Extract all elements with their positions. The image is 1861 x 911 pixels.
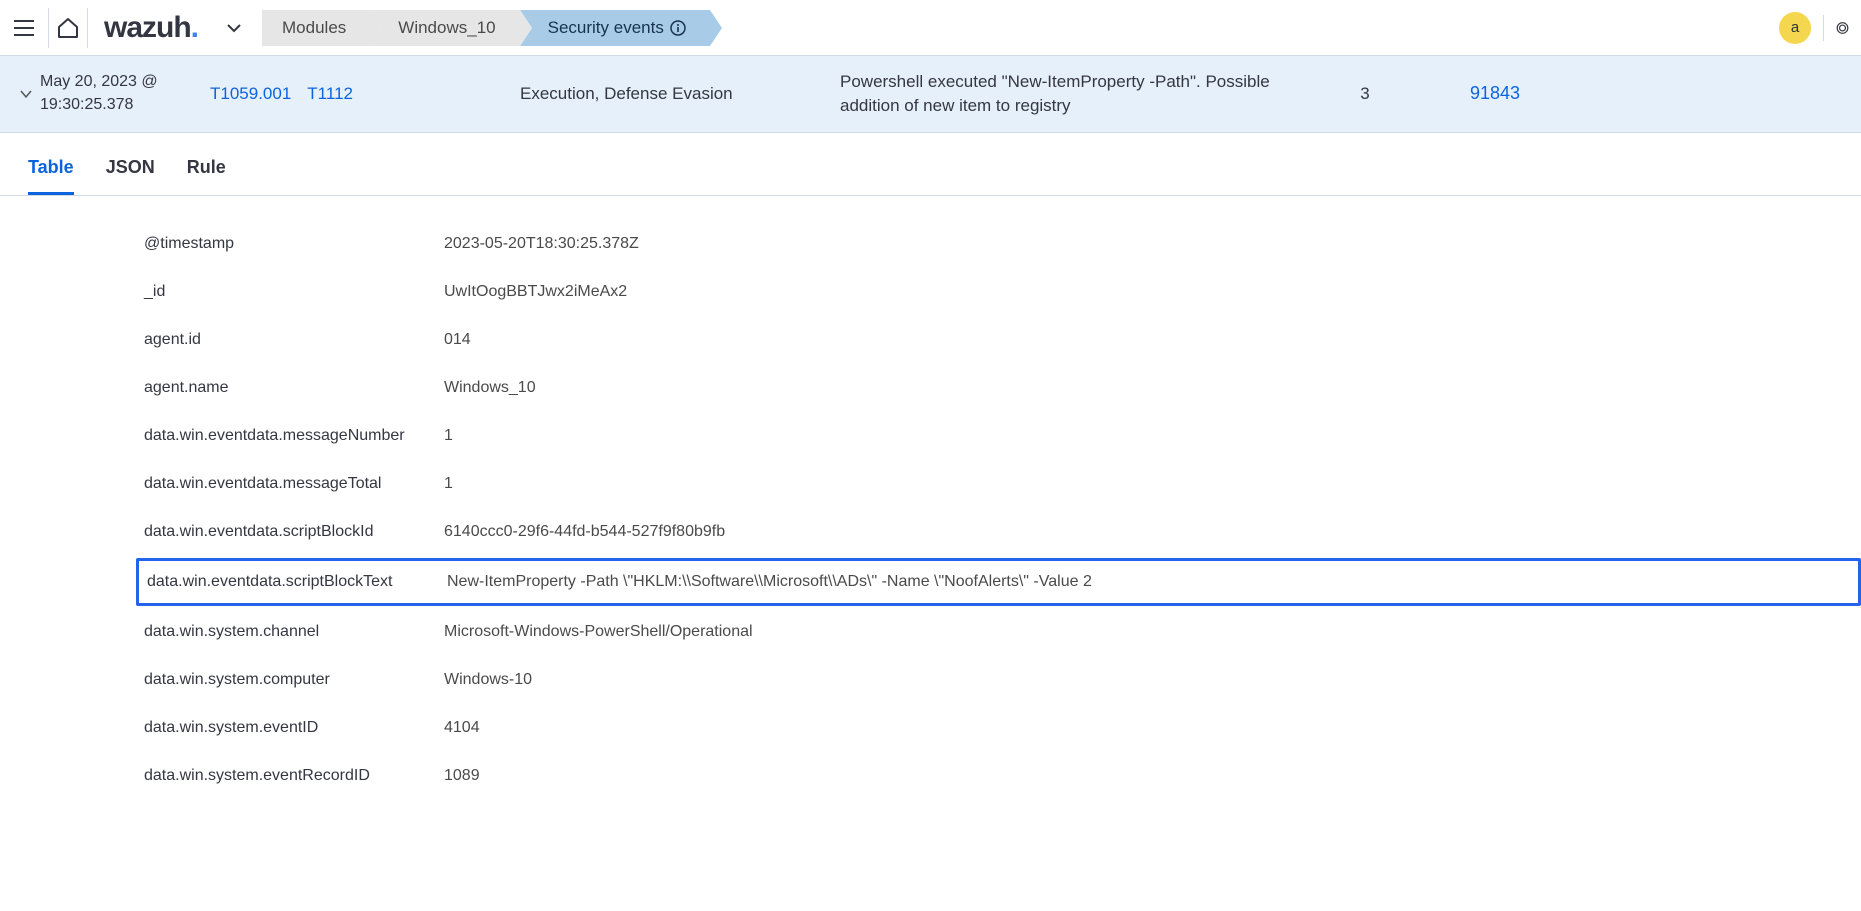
top-header: wazuh. ModulesWindows_10Security events … xyxy=(0,0,1861,56)
home-icon xyxy=(56,16,80,40)
field-value: 2023-05-20T18:30:25.378Z xyxy=(444,235,1853,253)
logo-text: wazuh xyxy=(104,11,191,45)
field-value: Windows_10 xyxy=(444,379,1853,397)
nav-dropdown[interactable] xyxy=(214,18,254,38)
field-value: Windows-10 xyxy=(444,671,1853,689)
breadcrumb-item-1[interactable]: Windows_10 xyxy=(370,10,519,46)
technique-link-1[interactable]: T1112 xyxy=(307,84,353,104)
summary-techniques: T1059.001 T1112 xyxy=(210,84,520,104)
field-key: @timestamp xyxy=(144,235,444,253)
summary-tactic: Execution, Defense Evasion xyxy=(520,84,840,104)
technique-link-0[interactable]: T1059.001 xyxy=(210,84,291,104)
info-icon xyxy=(670,20,686,36)
field-key: data.win.eventdata.scriptBlockText xyxy=(147,573,447,591)
event-summary-row: May 20, 2023 @ 19:30:25.378 T1059.001 T1… xyxy=(0,56,1861,133)
field-value: UwItOogBBTJwx2iMeAx2 xyxy=(444,283,1853,301)
field-value: 1 xyxy=(444,475,1853,493)
field-key: agent.id xyxy=(144,331,444,349)
field-row: data.win.eventdata.messageNumber1 xyxy=(136,412,1861,460)
tab-rule[interactable]: Rule xyxy=(187,149,226,195)
summary-description: Powershell executed "New-ItemProperty -P… xyxy=(840,70,1310,118)
field-row: data.win.system.eventID4104 xyxy=(136,704,1861,752)
field-row: _idUwItOogBBTJwx2iMeAx2 xyxy=(136,268,1861,316)
summary-rule-id: 91843 xyxy=(1420,83,1520,104)
chevron-down-icon xyxy=(19,87,33,101)
chevron-down-icon xyxy=(224,18,244,38)
field-row: agent.id014 xyxy=(136,316,1861,364)
summary-level: 3 xyxy=(1310,84,1420,104)
rule-id-link[interactable]: 91843 xyxy=(1470,83,1520,103)
wazuh-logo[interactable]: wazuh. xyxy=(88,11,214,45)
fields-table: @timestamp2023-05-20T18:30:25.378Z_idUwI… xyxy=(0,196,1861,824)
tab-json[interactable]: JSON xyxy=(106,149,155,195)
field-value: 014 xyxy=(444,331,1853,349)
field-key: data.win.system.computer xyxy=(144,671,444,689)
field-row: data.win.system.channelMicrosoft-Windows… xyxy=(136,608,1861,656)
field-row: @timestamp2023-05-20T18:30:25.378Z xyxy=(136,220,1861,268)
breadcrumb-item-2[interactable]: Security events xyxy=(520,10,710,46)
summary-timestamp: May 20, 2023 @ 19:30:25.378 xyxy=(40,71,210,116)
field-row: data.win.system.computerWindows-10 xyxy=(136,656,1861,704)
field-value: 4104 xyxy=(444,719,1853,737)
avatar-letter: a xyxy=(1791,19,1799,36)
field-value: 1089 xyxy=(444,767,1853,785)
field-row: data.win.eventdata.scriptBlockTextNew-It… xyxy=(136,558,1861,606)
field-key: _id xyxy=(144,283,444,301)
avatar[interactable]: a xyxy=(1779,12,1811,44)
expand-toggle[interactable] xyxy=(12,87,40,101)
field-key: data.win.system.channel xyxy=(144,623,444,641)
field-row: data.win.eventdata.scriptBlockId6140ccc0… xyxy=(136,508,1861,556)
field-value: 1 xyxy=(444,427,1853,445)
field-key: data.win.system.eventRecordID xyxy=(144,767,444,785)
home-button[interactable] xyxy=(48,8,88,48)
field-key: data.win.eventdata.messageNumber xyxy=(144,427,444,445)
field-key: data.win.system.eventID xyxy=(144,719,444,737)
field-value: 6140ccc0-29f6-44fd-b544-527f9f80b9fb xyxy=(444,523,1853,541)
detail-tabs: Table JSON Rule xyxy=(0,133,1861,196)
field-key: data.win.eventdata.messageTotal xyxy=(144,475,444,493)
breadcrumb-item-0[interactable]: Modules xyxy=(262,10,370,46)
hamburger-menu-icon[interactable] xyxy=(8,12,40,44)
breadcrumb: ModulesWindows_10Security events xyxy=(262,10,710,46)
tab-table[interactable]: Table xyxy=(28,149,74,195)
field-value: Microsoft-Windows-PowerShell/Operational xyxy=(444,623,1853,641)
field-key: agent.name xyxy=(144,379,444,397)
logo-dot: . xyxy=(191,11,198,45)
news-icon[interactable] xyxy=(1823,15,1849,41)
field-row: data.win.eventdata.messageTotal1 xyxy=(136,460,1861,508)
field-key: data.win.eventdata.scriptBlockId xyxy=(144,523,444,541)
field-value: New-ItemProperty -Path \"HKLM:\\Software… xyxy=(447,573,1850,591)
field-row: agent.nameWindows_10 xyxy=(136,364,1861,412)
field-row: data.win.system.eventRecordID1089 xyxy=(136,752,1861,800)
